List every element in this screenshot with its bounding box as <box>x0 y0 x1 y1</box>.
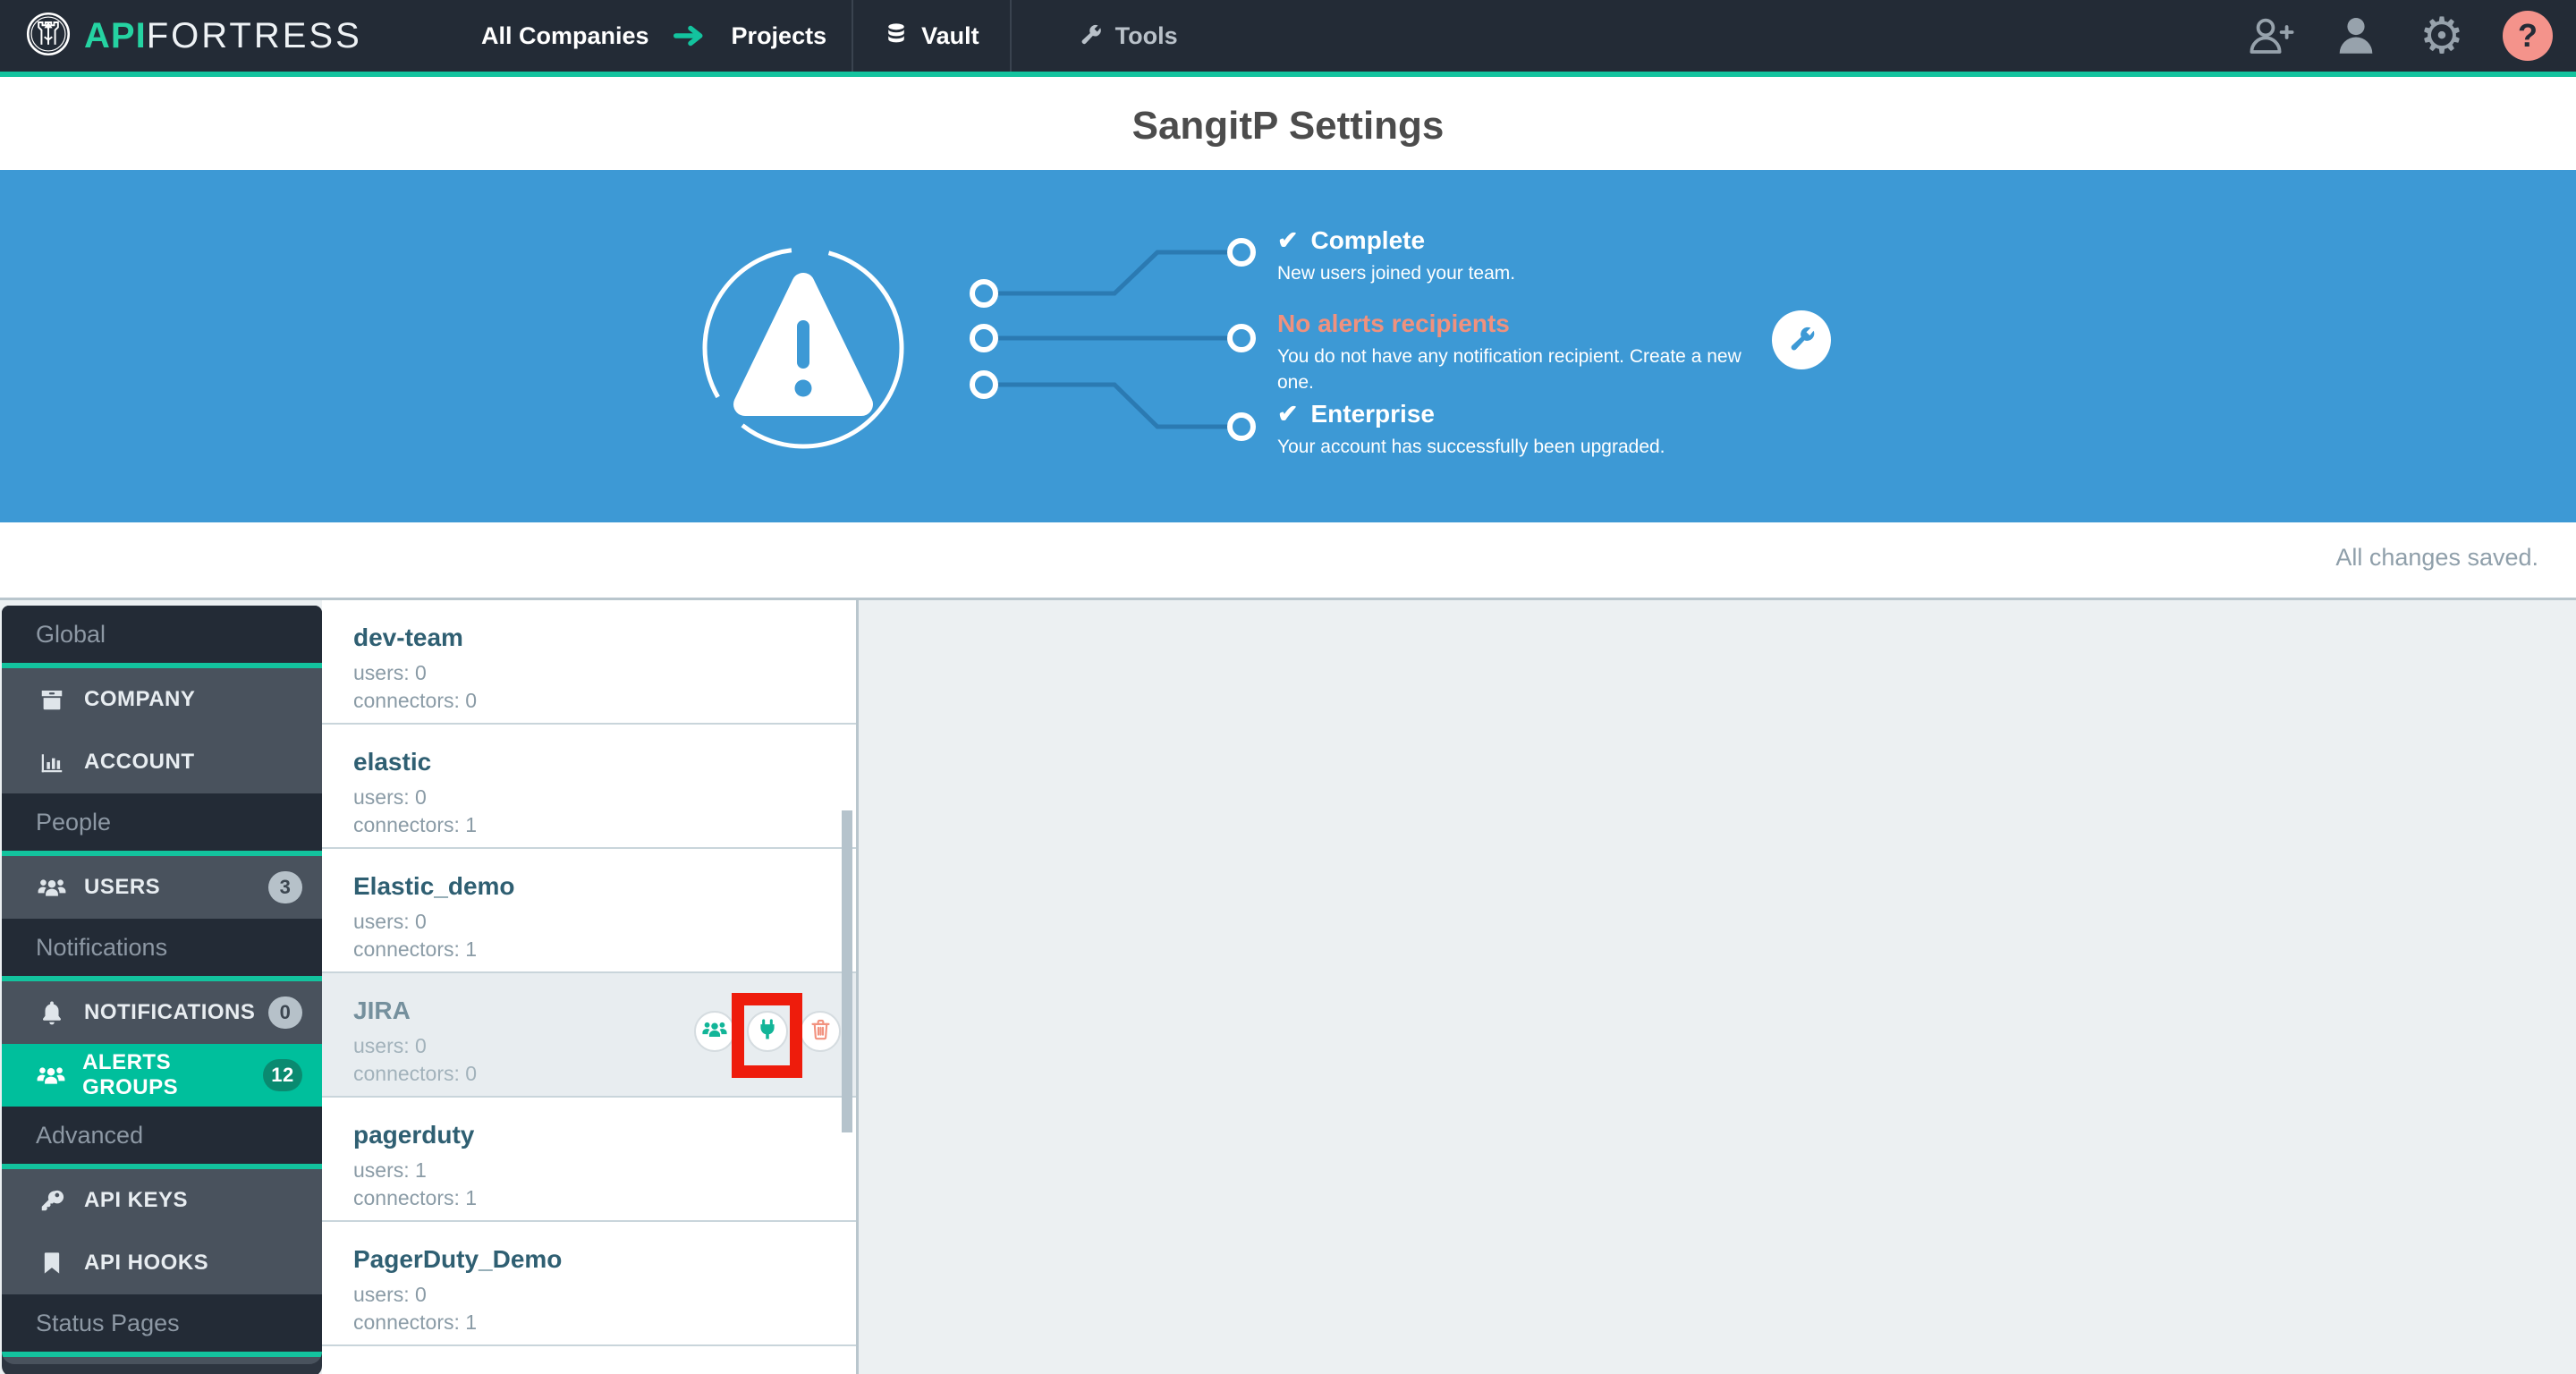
fortress-logo-icon <box>25 11 72 62</box>
delete-group-button[interactable] <box>800 1011 841 1052</box>
group-row-slack[interactable]: slack <box>322 1346 856 1374</box>
header-action-icons: ⚙ ? <box>2245 0 2553 72</box>
fix-alerts-wrench-button[interactable] <box>1772 310 1831 369</box>
group-row-jira[interactable]: JIRA users: 0 connectors: 0 <box>322 973 856 1098</box>
autosave-status: All changes saved. <box>2335 544 2538 571</box>
check-icon: ✔ <box>1277 226 1299 254</box>
nav-vault[interactable]: Vault <box>853 0 1010 72</box>
title-band: SangitP Settings <box>0 82 2576 170</box>
manage-users-button[interactable] <box>694 1011 735 1052</box>
database-icon <box>884 21 909 51</box>
sidebar-item-api-hooks[interactable]: API HOOKS <box>2 1232 322 1294</box>
alerts-groups-list: dev-team users: 0 connectors: 0 elastic u… <box>322 600 859 1374</box>
nav-divider <box>1009 0 1012 72</box>
jira-row-actions <box>694 1011 841 1052</box>
bookmark-icon <box>36 1251 68 1276</box>
bell-icon <box>36 999 68 1026</box>
brand-wordmark: APIFORTRESS <box>84 15 362 55</box>
nav-all-companies[interactable]: All Companies <box>481 22 649 50</box>
wrench-icon <box>1078 21 1103 51</box>
settings-sidebar: Global COMPANY ACCOUNT People USERS 3 No… <box>2 606 322 1364</box>
detail-empty-area <box>861 600 2576 1374</box>
help-icon[interactable]: ? <box>2503 11 2553 61</box>
users-count-badge: 3 <box>268 871 302 903</box>
nav-projects[interactable]: Projects <box>732 22 827 50</box>
sidebar-item-account[interactable]: ACCOUNT <box>2 731 322 793</box>
users-icon <box>701 1019 728 1044</box>
plug-icon <box>755 1017 780 1047</box>
checklist-item-complete: ✔ Complete New users joined your team. <box>1277 225 1516 284</box>
page-title: SangitP Settings <box>1131 104 1445 148</box>
alerts-groups-count-badge: 12 <box>262 1059 302 1091</box>
breadcrumb-arrow-icon <box>673 24 708 47</box>
trash-icon <box>809 1017 833 1046</box>
sidebar-item-users[interactable]: USERS 3 <box>2 856 322 919</box>
group-row-elastic-demo[interactable]: Elastic_demo users: 0 connectors: 1 <box>322 849 856 973</box>
users-icon <box>36 1064 66 1087</box>
group-row-pagerduty-demo[interactable]: PagerDuty_Demo users: 0 connectors: 1 <box>322 1222 856 1346</box>
sidebar-item-alerts-groups[interactable]: ALERTS GROUPS 12 <box>2 1044 322 1107</box>
wrench-icon <box>1786 323 1817 358</box>
check-icon: ✔ <box>1277 400 1299 428</box>
app-logo[interactable]: APIFORTRESS <box>25 11 362 62</box>
list-scrollbar-thumb[interactable] <box>842 810 852 1132</box>
settings-gear-icon[interactable]: ⚙ <box>2417 11 2467 61</box>
group-row-pagerduty[interactable]: pagerduty users: 1 connectors: 1 <box>322 1098 856 1222</box>
add-user-icon[interactable] <box>2245 11 2295 61</box>
sidebar-section-people: People <box>2 793 322 856</box>
top-nav-bar: APIFORTRESS All Companies Projects Vault… <box>0 0 2576 77</box>
sidebar-item-notifications[interactable]: NOTIFICATIONS 0 <box>2 981 322 1044</box>
users-icon <box>36 876 68 899</box>
primary-nav: All Companies Projects Vault Tools <box>481 0 1208 72</box>
sidebar-section-status-pages: Status Pages <box>2 1294 322 1357</box>
sidebar-item-company[interactable]: COMPANY <box>2 668 322 731</box>
notifications-count-badge: 0 <box>268 997 302 1029</box>
sidebar-section-notifications: Notifications <box>2 919 322 981</box>
user-profile-icon[interactable] <box>2331 11 2381 61</box>
settings-main-section: Global COMPANY ACCOUNT People USERS 3 No… <box>0 598 2576 1374</box>
nav-tools[interactable]: Tools <box>1047 0 1208 72</box>
key-icon <box>36 1187 68 1214</box>
sidebar-section-advanced: Advanced <box>2 1107 322 1169</box>
sidebar-section-global: Global <box>2 606 322 668</box>
group-row-elastic[interactable]: elastic users: 0 connectors: 1 <box>322 725 856 849</box>
saved-band: All changes saved. <box>0 522 2576 598</box>
checklist-item-enterprise: ✔ Enterprise Your account has successfull… <box>1277 399 1665 458</box>
onboarding-banner: ✔ Complete New users joined your team. No… <box>0 170 2576 522</box>
group-row-dev-team[interactable]: dev-team users: 0 connectors: 0 <box>322 600 856 725</box>
archive-icon <box>36 686 68 713</box>
checklist-item-no-alert-recipients: No alerts recipients You do not have any… <box>1277 310 1741 393</box>
sidebar-item-api-keys[interactable]: API KEYS <box>2 1169 322 1232</box>
bar-chart-icon <box>36 749 68 776</box>
api-fortress-settings-page: APIFORTRESS All Companies Projects Vault… <box>0 0 2576 1374</box>
manage-connectors-button[interactable] <box>747 1011 788 1052</box>
